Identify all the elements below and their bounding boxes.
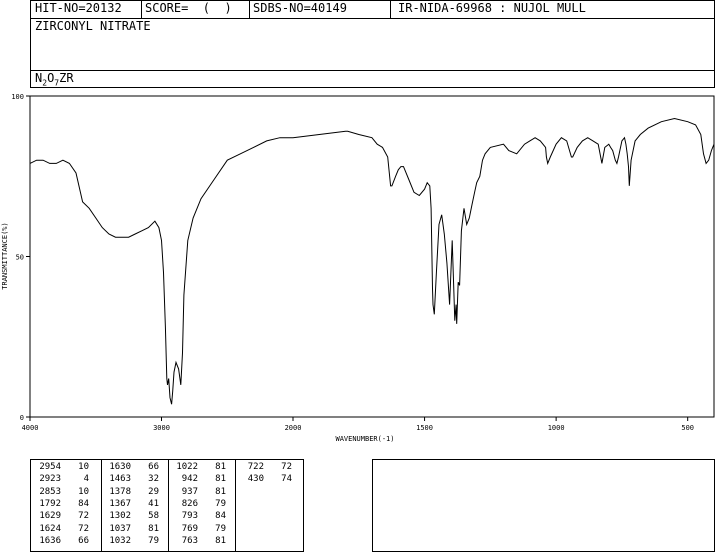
peak-transmittance: 72 <box>78 523 89 534</box>
peak-wavenumber: 826 <box>181 498 198 509</box>
peak-wavenumber: 430 <box>247 474 264 485</box>
peak-transmittance: 81 <box>215 535 226 546</box>
peak-wavenumber: 937 <box>181 486 198 497</box>
peak-transmittance: 66 <box>78 535 89 546</box>
peak-wavenumber: 1037 <box>109 523 131 534</box>
peak-transmittance: 4 <box>83 474 89 485</box>
peak-wavenumber: 1463 <box>109 474 131 485</box>
plot-frame <box>29 95 715 418</box>
peak-transmittance: 84 <box>78 498 89 509</box>
peak-table-row: 1636 66 <box>37 536 89 547</box>
peak-wavenumber: 793 <box>181 511 198 522</box>
peak-table-row: 1792 84 <box>37 499 89 510</box>
peak-table-row: 2853 10 <box>37 487 89 498</box>
peak-table-row: 826 79 <box>174 499 226 510</box>
y-tick-label: 50 <box>16 254 24 262</box>
y-tick-label: 0 <box>20 414 24 422</box>
peak-wavenumber: 769 <box>181 523 198 534</box>
peak-table-row: 430 74 <box>240 474 292 485</box>
peak-transmittance: 81 <box>215 486 226 497</box>
x-tick-label: 2000 <box>285 424 302 432</box>
peak-transmittance: 72 <box>281 462 292 472</box>
peak-wavenumber: 2853 <box>39 486 61 497</box>
peak-table-row: 722 72 <box>240 462 292 473</box>
peak-transmittance: 10 <box>78 462 89 472</box>
peak-transmittance: 32 <box>148 474 159 485</box>
peak-transmittance: 29 <box>148 486 159 497</box>
peak-wavenumber: 1629 <box>39 511 61 522</box>
peak-wavenumber: 1302 <box>109 511 131 522</box>
peak-table-col-divider-2 <box>168 459 169 552</box>
peak-wavenumber: 1624 <box>39 523 61 534</box>
peak-table-col-divider-3 <box>235 459 236 552</box>
peak-table-row: 1032 79 <box>107 536 159 547</box>
peak-table-row: 1624 72 <box>37 524 89 535</box>
peak-wavenumber: 1792 <box>39 498 61 509</box>
peak-transmittance: 74 <box>281 474 292 485</box>
peak-table-row: 1037 81 <box>107 524 159 535</box>
peak-transmittance: 81 <box>215 474 226 485</box>
x-tick-label: 1000 <box>548 424 565 432</box>
peak-wavenumber: 2923 <box>39 474 61 485</box>
peak-table-row: 1367 41 <box>107 499 159 510</box>
peak-table-row: 2954 10 <box>37 462 89 473</box>
peak-transmittance: 79 <box>148 535 159 546</box>
peak-transmittance: 79 <box>215 498 226 509</box>
peak-wavenumber: 1032 <box>109 535 131 546</box>
x-tick-label: 500 <box>681 424 694 432</box>
peak-table-row: 1629 72 <box>37 511 89 522</box>
peak-transmittance: 58 <box>148 511 159 522</box>
ir-spectrum-chart: 4000 3000 2000 1500 1000 500 0 50 100 WAVENUMBER… <box>1 93 715 443</box>
y-axis-label: TRANSMITTANCE(%) <box>1 222 9 289</box>
peak-table-row: 769 79 <box>174 524 226 535</box>
peak-transmittance: 84 <box>215 511 226 522</box>
peak-table-row: 1463 32 <box>107 474 159 485</box>
peak-wavenumber: 942 <box>181 474 198 485</box>
peak-transmittance: 81 <box>215 462 226 472</box>
x-tick-label: 4000 <box>22 424 39 432</box>
peak-table-row: 1302 58 <box>107 511 159 522</box>
peak-wavenumber: 1378 <box>109 486 131 497</box>
peak-table-row: 2923 4 <box>37 474 89 485</box>
peak-wavenumber: 722 <box>247 462 264 472</box>
peak-wavenumber: 1630 <box>109 462 131 472</box>
peak-table-row: 1378 29 <box>107 487 159 498</box>
peak-transmittance: 66 <box>148 462 159 472</box>
notes-box <box>372 459 715 552</box>
peak-table-row: 763 81 <box>174 536 226 547</box>
peak-table-row: 793 84 <box>174 511 226 522</box>
peak-table-row: 1022 81 <box>174 462 226 473</box>
peak-wavenumber: 1636 <box>39 535 61 546</box>
peak-transmittance: 72 <box>78 511 89 522</box>
spectrum-line <box>29 117 715 405</box>
peak-wavenumber: 2954 <box>39 462 61 472</box>
peak-transmittance: 81 <box>148 523 159 534</box>
peak-transmittance: 10 <box>78 486 89 497</box>
peak-table-col-divider-1 <box>101 459 102 552</box>
peak-table-row: 942 81 <box>174 474 226 485</box>
peak-wavenumber: 1022 <box>176 462 198 472</box>
y-tick-label: 100 <box>11 93 24 101</box>
peak-transmittance: 41 <box>148 498 159 509</box>
peak-table-row: 1630 66 <box>107 462 159 473</box>
peak-wavenumber: 1367 <box>109 498 131 509</box>
x-axis-label: WAVENUMBER(-1) <box>335 435 394 443</box>
x-tick-label: 3000 <box>153 424 170 432</box>
x-tick-label: 1500 <box>416 424 433 432</box>
peak-table-row: 937 81 <box>174 487 226 498</box>
peak-wavenumber: 763 <box>181 535 198 546</box>
peak-transmittance: 79 <box>215 523 226 534</box>
